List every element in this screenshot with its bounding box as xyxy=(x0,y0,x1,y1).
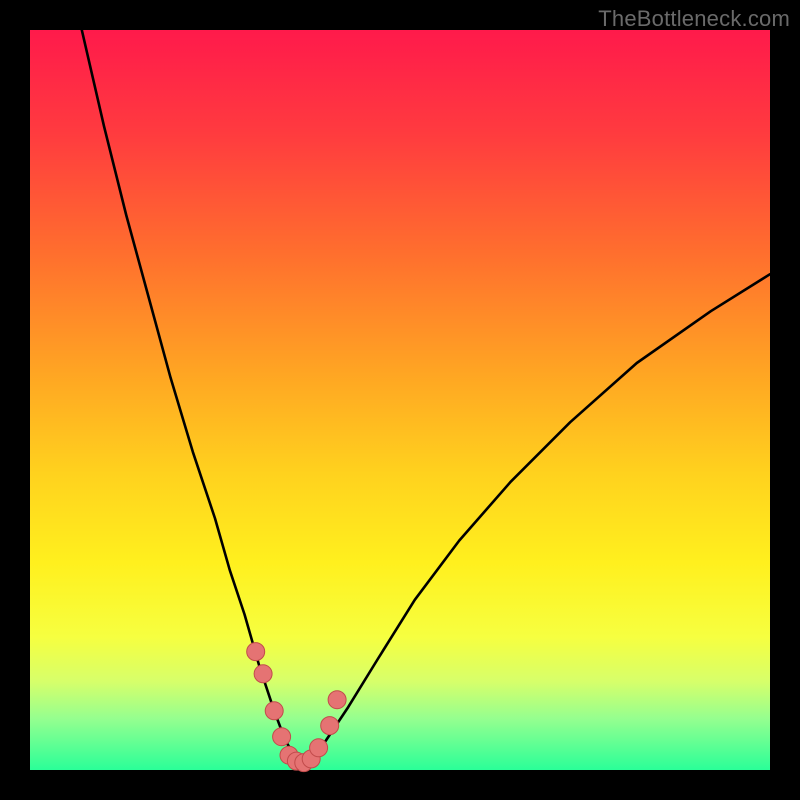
marker-point xyxy=(247,643,265,661)
watermark-text: TheBottleneck.com xyxy=(598,6,790,32)
plot-svg xyxy=(30,30,770,770)
marker-point xyxy=(265,702,283,720)
marker-point xyxy=(328,691,346,709)
marker-point xyxy=(321,717,339,735)
marker-point xyxy=(273,728,291,746)
bottleneck-curve xyxy=(82,30,770,764)
plot-area xyxy=(30,30,770,770)
marker-point xyxy=(254,665,272,683)
marker-group xyxy=(247,643,346,772)
marker-point xyxy=(310,739,328,757)
outer-frame: TheBottleneck.com xyxy=(0,0,800,800)
